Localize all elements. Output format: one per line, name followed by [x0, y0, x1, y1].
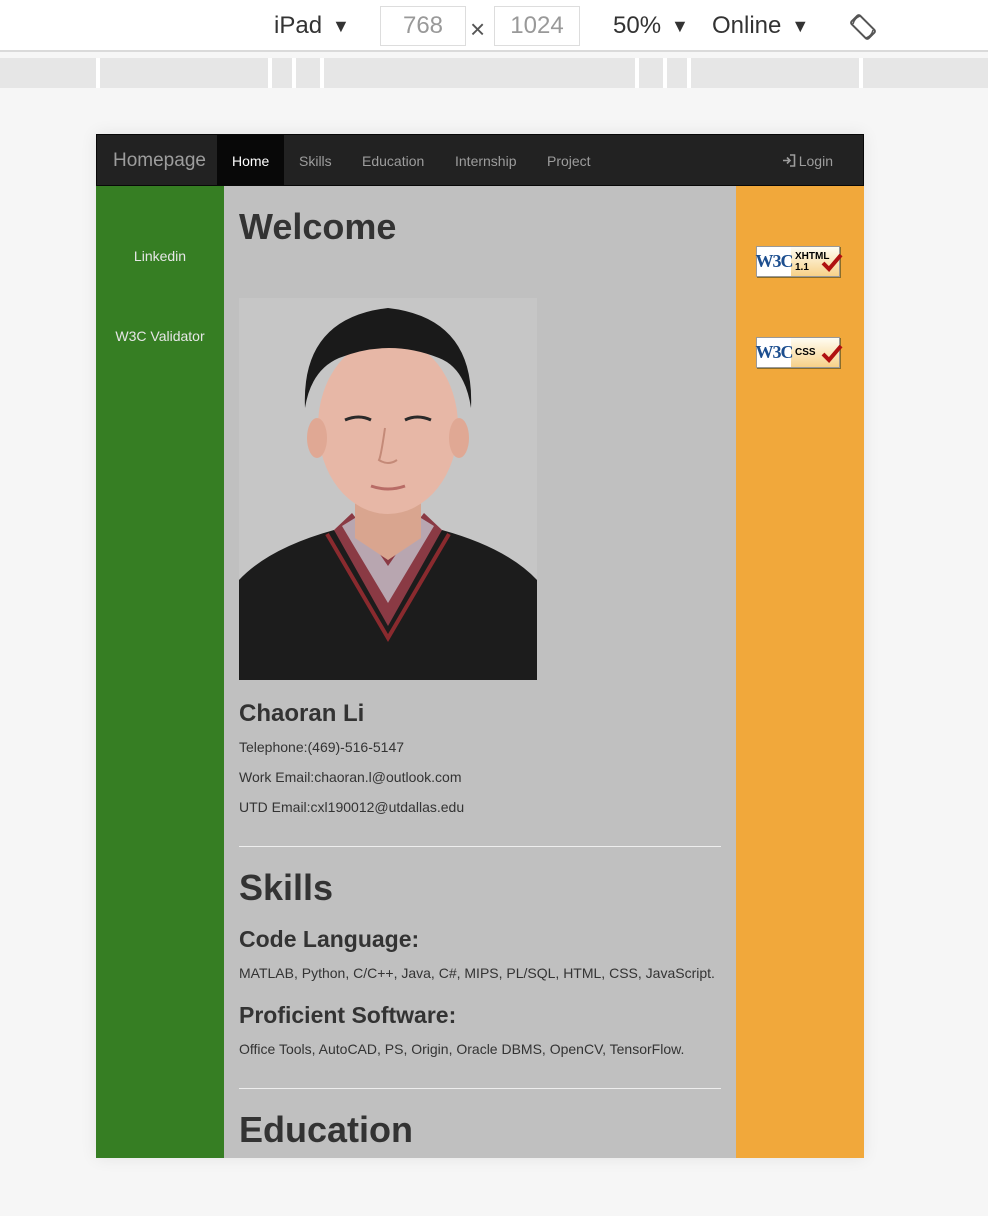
zoom-select[interactable]: 50% ▼: [613, 0, 689, 52]
work-email-text: Work Email:chaoran.l@outlook.com: [239, 769, 462, 785]
nav-internship[interactable]: Internship: [440, 135, 531, 186]
zoom-label: 50%: [613, 12, 662, 39]
code-language-text: MATLAB, Python, C/C++, Java, C#, MIPS, P…: [239, 965, 715, 981]
device-caret-icon: ▼: [332, 15, 350, 36]
profile-photo: [239, 298, 537, 680]
nav-home[interactable]: Home: [217, 135, 285, 186]
device-select[interactable]: iPad ▼: [274, 0, 350, 52]
right-sidebar: W3C XHTML 1.1 W3C CSS: [736, 186, 864, 1158]
telephone-text: Telephone:(469)-516-5147: [239, 739, 405, 755]
education-heading: Education: [239, 1109, 414, 1150]
network-caret-icon: ▼: [791, 15, 810, 36]
person-name: Chaoran Li: [239, 700, 365, 727]
w3c-logo: W3C: [756, 247, 794, 276]
main-content: Welcome Chaoran Li Telephone:(469)-516-5…: [224, 186, 736, 1158]
welcome-heading: Welcome: [239, 206, 397, 247]
network-select[interactable]: Online ▼: [712, 0, 809, 52]
device-toolbar: iPad ▼ 768 × 1024 50% ▼ Online ▼: [0, 0, 988, 52]
sidebar-link-w3c-validator[interactable]: W3C Validator: [96, 328, 224, 344]
width-input[interactable]: 768: [380, 6, 466, 46]
left-sidebar: Linkedin W3C Validator: [96, 186, 224, 1158]
emulated-viewport: Homepage Home Skills Education Internshi…: [96, 134, 864, 1158]
login-icon: [782, 154, 796, 167]
height-input[interactable]: 1024: [494, 6, 580, 46]
times-icon: ×: [470, 14, 486, 44]
divider: [239, 846, 721, 847]
login-link[interactable]: Login: [782, 135, 833, 186]
divider: [239, 1088, 721, 1089]
sidebar-link-linkedin[interactable]: Linkedin: [96, 248, 224, 264]
w3c-xhtml-badge[interactable]: W3C XHTML 1.1: [756, 246, 843, 277]
network-label: Online: [712, 12, 782, 39]
skills-heading: Skills: [239, 867, 334, 908]
login-label: Login: [798, 152, 833, 169]
w3c-logo: W3C: [756, 338, 794, 367]
software-heading: Proficient Software:: [239, 1002, 457, 1028]
navbar-brand[interactable]: Homepage: [113, 135, 206, 187]
nav-skills[interactable]: Skills: [284, 135, 347, 186]
nav-education[interactable]: Education: [347, 135, 439, 186]
media-query-ruler[interactable]: [0, 58, 988, 88]
w3c-css-badge[interactable]: W3C CSS: [756, 337, 843, 368]
utd-email-text: UTD Email:cxl190012@utdallas.edu: [239, 799, 465, 815]
code-language-heading: Code Language:: [239, 926, 420, 952]
software-text: Office Tools, AutoCAD, PS, Origin, Oracl…: [239, 1041, 685, 1057]
css-label: CSS: [795, 347, 816, 358]
nav-project[interactable]: Project: [532, 135, 606, 186]
device-label: iPad: [274, 12, 323, 39]
zoom-caret-icon: ▼: [671, 15, 689, 36]
rotate-icon[interactable]: [848, 12, 878, 42]
check-icon: [821, 344, 843, 363]
navbar: Homepage Home Skills Education Internshi…: [96, 134, 864, 186]
check-icon: [821, 253, 843, 272]
